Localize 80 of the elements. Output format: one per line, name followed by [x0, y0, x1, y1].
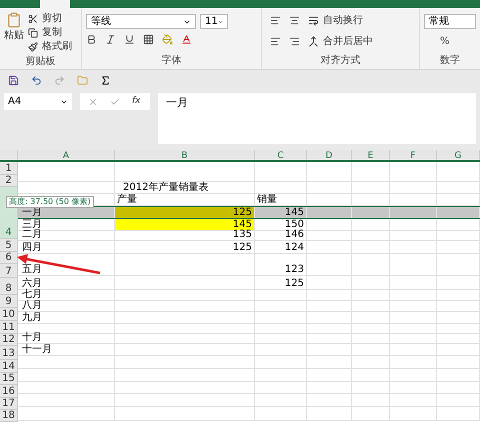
percent-button[interactable]: % [440, 34, 476, 49]
table-cell-text: 135 [232, 229, 253, 240]
format-painter-button[interactable]: 格式刷 [28, 40, 72, 54]
row-header[interactable]: 18 [0, 410, 17, 422]
table-cell-text: 八月 [21, 300, 42, 311]
row-header[interactable]: 17 [0, 398, 17, 410]
number-format-field[interactable]: 常规 [424, 14, 476, 29]
table-cell-text: 124 [284, 242, 305, 253]
row-header[interactable]: 9 [0, 295, 17, 308]
row-header[interactable]: 7 [0, 264, 17, 278]
row-header[interactable]: 12 [0, 334, 17, 346]
font-size-field[interactable]: 11 [200, 14, 228, 29]
wrap-text-icon [308, 15, 319, 26]
table-cell-text: 145 [284, 207, 305, 218]
paste-button[interactable]: 粘贴 [4, 12, 24, 54]
table-cell-text: 销量 [256, 194, 277, 205]
italic-icon[interactable] [105, 34, 116, 45]
border-icon[interactable] [143, 34, 154, 45]
group-label: 剪贴板 [24, 54, 56, 69]
row-header[interactable]: 5 [0, 239, 17, 252]
clipboard-icon [6, 12, 22, 28]
font-color-icon[interactable] [181, 34, 192, 45]
table-cell-text: 150 [284, 219, 305, 230]
row-height-tooltip: 高度: 37.50 (50 像素) [6, 196, 94, 208]
cut-button[interactable]: 剪切 [28, 12, 72, 26]
table-cell-text: 三月 [21, 219, 42, 230]
table-cell-text: 十月 [21, 332, 42, 343]
table-cell-text: 十一月 [21, 344, 52, 355]
table-cell-text: 产量 [116, 194, 137, 205]
table-cell-text: 七月 [21, 289, 42, 300]
align-left-icon[interactable] [270, 36, 281, 47]
formula-field[interactable]: 一月 [158, 93, 476, 144]
row-header[interactable]: 16 [0, 385, 17, 398]
name-box[interactable]: A4 [4, 93, 72, 110]
row-header[interactable]: 6 [0, 252, 17, 264]
copy-icon [28, 28, 38, 38]
merge-icon [308, 36, 319, 47]
column-header[interactable]: A [18, 150, 115, 160]
group-label: 字体 [160, 54, 182, 68]
row-header[interactable]: 1 [0, 162, 17, 175]
column-header[interactable]: F [390, 150, 437, 160]
underline-icon[interactable] [124, 34, 135, 45]
row-header[interactable]: 10 [0, 308, 17, 321]
undo-icon[interactable] [31, 74, 42, 86]
column-header[interactable]: C [255, 150, 307, 160]
merge-center-button[interactable]: 合并后居中 [308, 34, 373, 49]
sum-icon[interactable] [100, 74, 111, 86]
row-header[interactable]: 14 [0, 360, 17, 373]
table-cell-text: 五月 [21, 264, 42, 275]
table-cell-text: 六月 [21, 278, 42, 289]
row-header[interactable]: 13 [0, 346, 17, 360]
table-cell-text: 125 [232, 242, 253, 253]
copy-button[interactable]: 复制 [28, 26, 72, 40]
column-header[interactable]: B [115, 150, 255, 160]
table-cell-text: 146 [284, 229, 305, 240]
table-title: 2012年产量销量表 [122, 182, 208, 193]
table-cell-text: 123 [284, 264, 305, 275]
insert-function-button[interactable]: fx [132, 94, 140, 108]
group-label: 数字 [439, 54, 461, 68]
table-cell-text: 四月 [21, 242, 42, 253]
table-cell-text: 二月 [21, 229, 42, 240]
table-cell-text: 125 [232, 207, 253, 218]
font-name-field[interactable]: 等线 [86, 14, 196, 29]
fill-color-icon[interactable] [162, 34, 173, 45]
bold-icon[interactable] [86, 34, 97, 45]
group-label: 对齐方式 [320, 54, 362, 68]
align-right-icon[interactable] [289, 36, 300, 47]
paintbrush-icon [28, 42, 38, 52]
save-icon[interactable] [8, 74, 19, 86]
table-cell-text: 125 [284, 278, 305, 289]
table-cell-text: 145 [232, 219, 253, 230]
scissors-icon [28, 14, 38, 24]
row-header[interactable]: 8 [0, 278, 17, 295]
wrap-text-button[interactable]: 自动换行 [308, 13, 363, 28]
row-header[interactable]: 11 [0, 321, 17, 334]
table-cell-text: 九月 [21, 312, 42, 323]
column-header[interactable]: E [352, 150, 390, 160]
row-header[interactable]: 15 [0, 373, 17, 385]
column-header[interactable]: G [437, 150, 480, 160]
column-header[interactable]: D [307, 150, 352, 160]
